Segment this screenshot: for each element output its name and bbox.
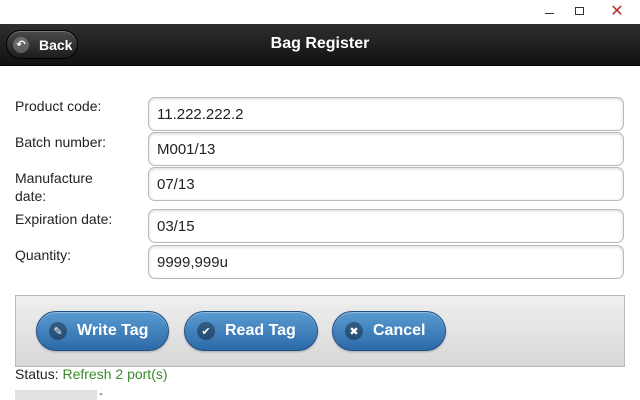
minimize-button[interactable] bbox=[534, 0, 564, 22]
batch-number-label: Batch number: bbox=[15, 134, 107, 150]
read-tag-button[interactable]: ✔ Read Tag bbox=[184, 311, 318, 351]
write-tag-button[interactable]: ✎ Write Tag bbox=[36, 311, 169, 351]
batch-number-input[interactable] bbox=[148, 132, 624, 166]
manufacture-date-input[interactable] bbox=[148, 167, 624, 201]
app-header: Bag Register ↶ Back bbox=[0, 24, 640, 66]
maximize-button[interactable] bbox=[564, 0, 594, 22]
write-tag-label: Write Tag bbox=[77, 322, 149, 339]
window-titlebar: ✕ bbox=[0, 0, 640, 24]
bottom-dash: - bbox=[99, 386, 103, 400]
read-tag-label: Read Tag bbox=[225, 322, 296, 339]
x-icon: ✖ bbox=[345, 322, 363, 340]
maximize-icon bbox=[574, 7, 584, 15]
close-icon: ✕ bbox=[610, 3, 624, 20]
status-line: Status: Refresh 2 port(s) bbox=[15, 366, 168, 382]
expiration-date-label: Expiration date: bbox=[15, 211, 113, 227]
bottom-progress-bar bbox=[15, 390, 97, 400]
app-window: ✕ Bag Register ↶ Back Product code: Batc… bbox=[0, 0, 640, 400]
minimize-icon bbox=[544, 12, 554, 14]
product-code-input[interactable] bbox=[148, 97, 624, 131]
action-button-panel: ✎ Write Tag ✔ Read Tag ✖ Cancel bbox=[15, 295, 625, 367]
cancel-button[interactable]: ✖ Cancel bbox=[332, 311, 446, 351]
status-label: Status: bbox=[15, 366, 59, 382]
back-button-label: Back bbox=[39, 36, 73, 53]
close-window-button[interactable]: ✕ bbox=[594, 0, 640, 22]
back-arrow-icon: ↶ bbox=[13, 36, 29, 53]
pencil-icon: ✎ bbox=[49, 322, 67, 340]
product-code-label: Product code: bbox=[15, 98, 102, 114]
quantity-label: Quantity: bbox=[15, 247, 72, 263]
expiration-date-input[interactable] bbox=[148, 209, 624, 243]
quantity-input[interactable] bbox=[148, 245, 624, 279]
cancel-label: Cancel bbox=[373, 322, 426, 339]
page-title: Bag Register bbox=[270, 35, 370, 52]
manufacture-date-label: Manufacture date: bbox=[15, 170, 93, 204]
checkmark-icon: ✔ bbox=[197, 322, 215, 340]
back-button[interactable]: ↶ Back bbox=[6, 30, 78, 59]
status-value: Refresh 2 port(s) bbox=[62, 366, 168, 382]
